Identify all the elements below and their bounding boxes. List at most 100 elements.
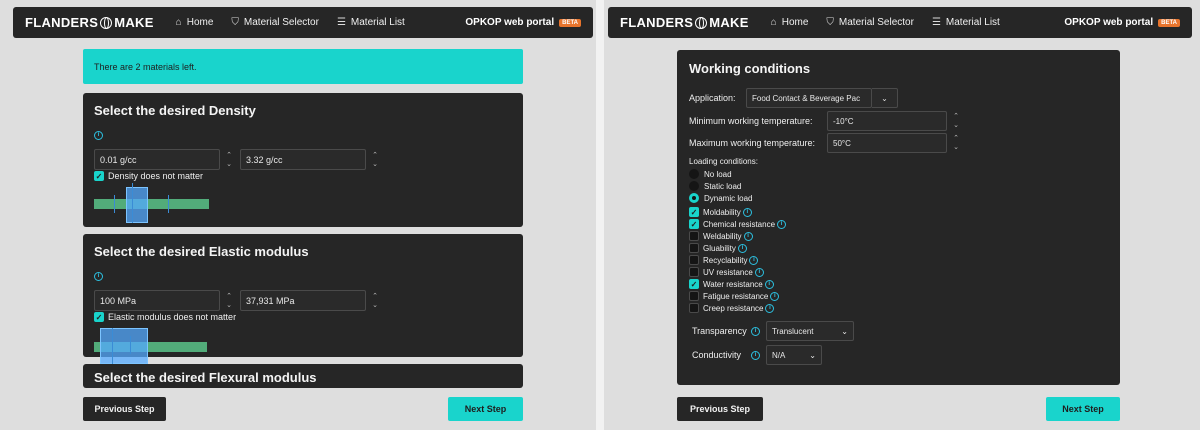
nav-home[interactable]: ⌂ Home bbox=[771, 17, 809, 28]
nav-material-selector[interactable]: ⛉ Material Selector bbox=[826, 17, 914, 28]
brand-logo[interactable]: FLANDERS MAKE bbox=[620, 15, 749, 30]
elastic-dont-matter[interactable]: ✓ Elastic modulus does not matter bbox=[94, 312, 512, 322]
previous-step-button[interactable]: Previous Step bbox=[677, 397, 763, 421]
elastic-min-stepper[interactable]: ⌃ ⌄ bbox=[220, 292, 238, 310]
chevron-up-icon[interactable]: ⌃ bbox=[372, 151, 378, 160]
min-temp-stepper[interactable]: ⌃ ⌄ bbox=[947, 112, 965, 130]
radio-icon[interactable] bbox=[689, 181, 699, 191]
home-icon: ⌂ bbox=[770, 17, 777, 28]
checkbox-checked-icon[interactable]: ✓ bbox=[689, 219, 699, 229]
slider-selection[interactable] bbox=[100, 328, 148, 364]
checkbox-icon[interactable] bbox=[689, 255, 699, 265]
elastic-max-stepper[interactable]: ⌃ ⌄ bbox=[366, 292, 384, 310]
property-option[interactable]: Creep resistance i bbox=[689, 303, 1108, 313]
nav-home[interactable]: ⌂ Home bbox=[176, 17, 214, 28]
info-icon[interactable]: i bbox=[765, 303, 775, 313]
brand-logo[interactable]: FLANDERS MAKE bbox=[25, 15, 154, 30]
chevron-down-icon[interactable]: ⌄ bbox=[872, 88, 898, 108]
property-option[interactable]: Gluability i bbox=[689, 243, 1108, 253]
property-label: Recyclability bbox=[703, 255, 748, 265]
brand-left: FLANDERS bbox=[25, 15, 99, 30]
checkbox-checked-icon[interactable]: ✓ bbox=[94, 312, 104, 322]
checkbox-checked-icon[interactable]: ✓ bbox=[689, 279, 699, 289]
info-icon[interactable]: i bbox=[94, 272, 103, 282]
info-icon[interactable]: i bbox=[751, 350, 760, 360]
nav-material-list[interactable]: ☰ Material List bbox=[337, 17, 405, 28]
max-temp-stepper[interactable]: ⌃ ⌄ bbox=[947, 134, 965, 152]
application-select[interactable]: Food Contact & Beverage Pac bbox=[746, 88, 872, 108]
property-option[interactable]: ✓ Moldability i bbox=[689, 207, 1108, 217]
chevron-down-icon[interactable]: ⌄ bbox=[372, 301, 378, 310]
properties-group: ✓ Moldability i ✓ Chemical resistance i Weldab… bbox=[689, 207, 1108, 313]
loading-option[interactable]: No load bbox=[689, 169, 1108, 179]
chevron-down-icon[interactable]: ⌄ bbox=[953, 143, 959, 152]
info-icon[interactable]: i bbox=[777, 219, 787, 229]
property-option[interactable]: Fatigue resistance i bbox=[689, 291, 1108, 301]
info-icon[interactable]: i bbox=[754, 267, 764, 277]
info-icon[interactable]: i bbox=[749, 255, 759, 265]
density-dont-matter[interactable]: ✓ Density does not matter bbox=[94, 171, 512, 181]
info-icon[interactable]: i bbox=[751, 326, 760, 336]
slider-selection[interactable] bbox=[126, 187, 148, 223]
radio-icon[interactable] bbox=[689, 169, 699, 179]
info-icon[interactable]: i bbox=[770, 291, 780, 301]
chevron-down-icon[interactable]: ⌄ bbox=[226, 160, 232, 169]
checkbox-icon[interactable] bbox=[689, 243, 699, 253]
elastic-max-input[interactable]: 37,931 MPa bbox=[240, 290, 366, 311]
checkbox-icon[interactable] bbox=[689, 267, 699, 277]
info-icon[interactable]: i bbox=[764, 279, 774, 289]
radio-selected-icon[interactable] bbox=[689, 193, 699, 203]
chevron-down-icon[interactable]: ⌄ bbox=[953, 121, 959, 130]
list-icon: ☰ bbox=[931, 17, 941, 28]
conductivity-select[interactable]: N/A ⌄ bbox=[766, 345, 822, 365]
max-temp-input[interactable]: 50°C bbox=[827, 133, 947, 153]
info-icon[interactable]: i bbox=[743, 231, 753, 241]
nav-material-selector[interactable]: ⛉ Material Selector bbox=[231, 17, 319, 28]
property-option[interactable]: Recyclability i bbox=[689, 255, 1108, 265]
density-min-stepper[interactable]: ⌃ ⌄ bbox=[220, 151, 238, 169]
previous-step-button[interactable]: Previous Step bbox=[83, 397, 166, 421]
info-icon[interactable]: i bbox=[94, 131, 103, 141]
nav-material-list[interactable]: ☰ Material List bbox=[932, 17, 1000, 28]
chevron-down-icon[interactable]: ⌄ bbox=[372, 160, 378, 169]
transparency-select[interactable]: Translucent ⌄ bbox=[766, 321, 854, 341]
chevron-up-icon[interactable]: ⌃ bbox=[953, 112, 959, 121]
chevron-up-icon[interactable]: ⌃ bbox=[953, 134, 959, 143]
min-temp-label: Minimum working temperature: bbox=[689, 116, 813, 126]
portal-title: OPKOP web portal BETA bbox=[1064, 17, 1180, 28]
next-step-button[interactable]: Next Step bbox=[1046, 397, 1120, 421]
density-min-input[interactable]: 0.01 g/cc bbox=[94, 149, 220, 170]
elastic-range-slider[interactable] bbox=[94, 324, 512, 364]
elastic-min-input[interactable]: 100 MPa bbox=[94, 290, 220, 311]
checkbox-icon[interactable] bbox=[689, 231, 699, 241]
property-option[interactable]: ✓ Water resistance i bbox=[689, 279, 1108, 289]
density-max-stepper[interactable]: ⌃ ⌄ bbox=[366, 151, 384, 169]
chevron-up-icon[interactable]: ⌃ bbox=[372, 292, 378, 301]
chevron-up-icon[interactable]: ⌃ bbox=[226, 151, 232, 160]
loading-option[interactable]: Dynamic load bbox=[689, 193, 1108, 203]
checkbox-checked-icon[interactable]: ✓ bbox=[689, 207, 699, 217]
loading-option[interactable]: Static load bbox=[689, 181, 1108, 191]
flexural-title: Select the desired Flexural modulus bbox=[94, 370, 317, 385]
chevron-down-icon[interactable]: ⌄ bbox=[226, 301, 232, 310]
chevron-up-icon[interactable]: ⌃ bbox=[226, 292, 232, 301]
property-option[interactable]: Weldability i bbox=[689, 231, 1108, 241]
brand-right: MAKE bbox=[709, 15, 749, 30]
pane-divider bbox=[596, 0, 604, 430]
conductivity-row: Conductivity i N/A ⌄ bbox=[689, 345, 1108, 365]
density-range-slider[interactable] bbox=[94, 183, 512, 227]
next-step-button[interactable]: Next Step bbox=[448, 397, 523, 421]
density-max-input[interactable]: 3.32 g/cc bbox=[240, 149, 366, 170]
loading-option-label: No load bbox=[704, 169, 732, 179]
checkbox-icon[interactable] bbox=[689, 303, 699, 313]
checkbox-icon[interactable] bbox=[689, 291, 699, 301]
nav-selector-label: Material Selector bbox=[838, 17, 914, 28]
info-icon[interactable]: i bbox=[742, 207, 752, 217]
property-option[interactable]: ✓ Chemical resistance i bbox=[689, 219, 1108, 229]
application-row: Application: Food Contact & Beverage Pac… bbox=[689, 88, 1108, 108]
checkbox-checked-icon[interactable]: ✓ bbox=[94, 171, 104, 181]
property-option[interactable]: UV resistance i bbox=[689, 267, 1108, 277]
min-temp-input[interactable]: -10°C bbox=[827, 111, 947, 131]
slider-tick bbox=[112, 328, 113, 364]
info-icon[interactable]: i bbox=[737, 243, 747, 253]
